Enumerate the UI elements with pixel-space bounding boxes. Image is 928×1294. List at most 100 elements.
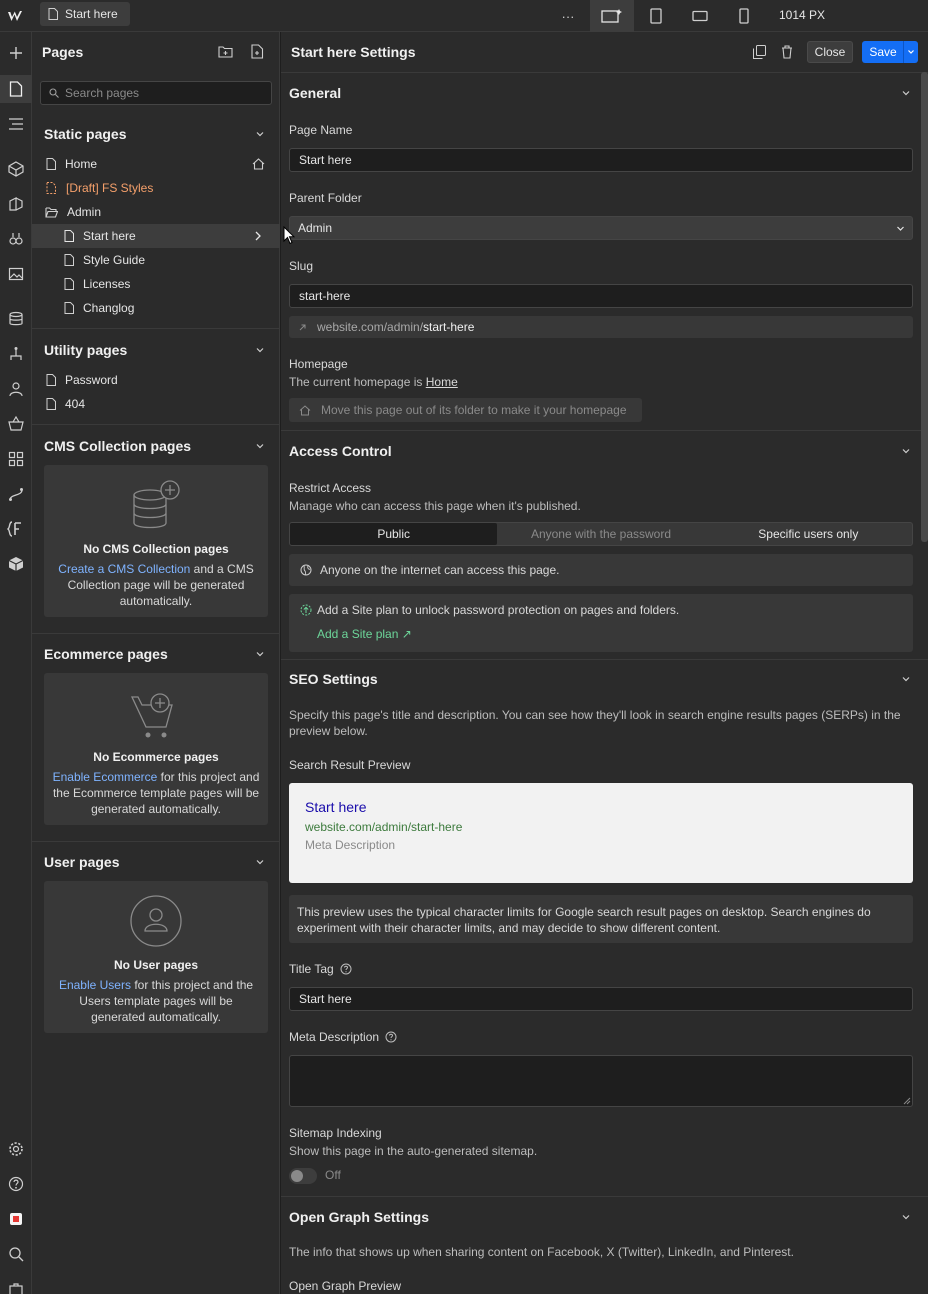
search-pages-input[interactable]: Search pages [40,81,272,105]
style-manager-icon[interactable] [0,190,32,218]
canvas-width-label: 1014 PX [779,8,826,22]
page-row-home[interactable]: Home [32,152,280,176]
sitemap-toggle[interactable] [289,1168,317,1184]
code-icon[interactable] [0,515,32,543]
page-label: 404 [65,397,86,411]
help-icon[interactable] [0,1170,32,1198]
new-folder-icon[interactable] [218,45,233,58]
settings-icon[interactable] [0,1135,32,1163]
trash-icon[interactable] [781,45,793,59]
page-row-changlog[interactable]: Changlog [32,296,280,320]
homepage-link[interactable]: Home [426,375,458,389]
help-circle-icon[interactable] [385,1031,397,1043]
desktop-breakpoint-icon[interactable] [590,0,634,32]
public-access-text: Anyone on the internet can access this p… [320,563,560,577]
chevron-down-icon[interactable] [901,88,911,98]
sitemap-indexing-sub: Show this page in the auto-generated sit… [289,1144,538,1158]
restrict-access-label: Restrict Access [289,481,372,495]
chevron-down-icon[interactable] [255,857,265,867]
page-icon [46,398,56,410]
components-icon[interactable] [0,155,32,183]
chevron-down-icon[interactable] [255,129,265,139]
webflow-logo-icon[interactable] [6,6,26,26]
current-page-tab[interactable]: Start here [40,2,130,26]
access-option-password[interactable]: Anyone with the password [497,523,704,545]
settings-scrollbar[interactable] [921,72,928,542]
serp-note-text: This preview uses the typical character … [297,905,871,919]
page-row-style-guide[interactable]: Style Guide [32,248,280,272]
mobile-portrait-breakpoint-icon[interactable] [722,0,766,32]
slug-label: Slug [289,259,314,273]
chevron-right-icon[interactable] [254,231,262,241]
apps-icon[interactable] [0,445,32,473]
help-circle-icon[interactable] [340,963,352,975]
enable-ecommerce-link[interactable]: Enable Ecommerce [53,770,158,784]
chevron-down-icon[interactable] [255,649,265,659]
serp-note-text: experiment with their character limits, … [297,921,721,935]
chevron-down-icon[interactable] [901,674,911,684]
interactions-icon[interactable] [0,480,32,508]
duplicate-icon[interactable] [753,45,766,59]
pages-icon[interactable] [0,75,32,103]
access-segmented-control: Public Anyone with the password Specific… [289,522,913,546]
chevron-down-icon[interactable] [907,48,915,56]
serp-url: website.com/admin/start-here [305,820,463,834]
parent-folder-select[interactable]: Admin [289,216,913,240]
new-page-icon[interactable] [251,44,264,59]
page-row-licenses[interactable]: Licenses [32,272,280,296]
enable-users-link[interactable]: Enable Users [59,978,131,992]
cms-database-add-icon [128,479,184,535]
cms-icon[interactable] [0,305,32,333]
serp-description: Meta Description [305,838,396,852]
page-name-input[interactable]: Start here [289,148,913,172]
ecommerce-icon[interactable] [0,410,32,438]
ecommerce-empty-text: the Ecommerce template pages will be [52,786,260,800]
page-label: [Draft] FS Styles [66,181,154,195]
resize-handle-icon[interactable] [902,1096,911,1105]
add-icon[interactable] [0,39,32,67]
create-cms-collection-link[interactable]: Create a CMS Collection [58,562,190,576]
navigator-icon[interactable] [0,110,32,138]
meta-description-label-text: Meta Description [289,1030,380,1044]
tablet-breakpoint-icon[interactable] [634,0,678,32]
title-tag-input[interactable]: Start here [289,987,913,1011]
access-option-public[interactable]: Public [290,523,498,545]
left-toolbar [0,32,32,1294]
meta-description-textarea[interactable] [289,1055,913,1107]
folder-label: Admin [67,205,102,219]
assets-icon[interactable] [0,260,32,288]
record-icon[interactable] [0,1205,32,1233]
page-row-password[interactable]: Password [32,368,280,392]
save-label: Save [869,45,897,59]
package-icon[interactable] [0,550,32,578]
cms-empty-text: Collection page will be generated [67,578,245,592]
share-icon[interactable] [0,1275,32,1294]
access-option-specific-users[interactable]: Specific users only [705,523,912,545]
add-site-plan-link[interactable]: Add a Site plan ↗ [317,627,412,641]
page-row-start-here[interactable]: Start here [32,224,280,248]
page-label: Style Guide [83,253,146,267]
chevron-down-icon[interactable] [901,446,911,456]
chevron-down-icon[interactable] [255,441,265,451]
chevron-down-icon[interactable] [901,1212,911,1222]
page-row-404[interactable]: 404 [32,392,280,416]
divider [32,328,280,329]
globe-icon [300,564,312,576]
page-row-admin-folder[interactable]: Admin [32,200,280,224]
make-homepage-button[interactable]: Move this page out of its folder to make… [289,398,642,422]
parent-folder-value: Admin [298,221,333,235]
page-row-draft-fs-styles[interactable]: [Draft] FS Styles [32,176,280,200]
logic-icon[interactable] [0,340,32,368]
cms-empty-text: automatically. [119,594,193,608]
save-button[interactable]: Save [862,41,918,63]
close-button[interactable]: Close [807,41,853,63]
users-icon[interactable] [0,375,32,403]
chevron-down-icon[interactable] [255,345,265,355]
cms-empty-text: and a CMS [190,562,254,576]
search-icon[interactable] [0,1240,32,1268]
seo-description: preview below. [289,724,368,738]
slug-input[interactable]: start-here [289,284,913,308]
more-icon[interactable]: ··· [546,0,590,32]
mobile-landscape-breakpoint-icon[interactable] [678,0,722,32]
variables-icon[interactable] [0,225,32,253]
